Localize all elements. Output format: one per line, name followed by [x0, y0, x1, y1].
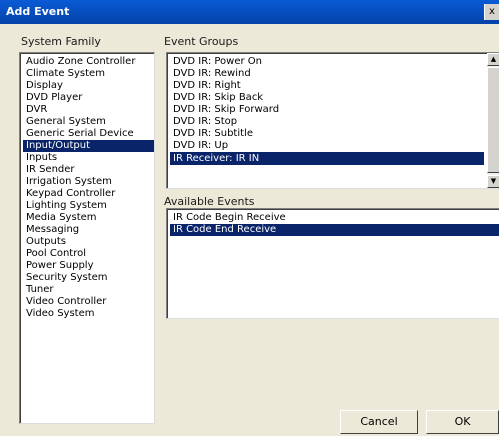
available-events-list[interactable]: IR Code Begin Receive IR Code End Receive — [166, 208, 499, 319]
available-event-item[interactable]: IR Code End Receive — [170, 224, 499, 236]
available-event-item[interactable]: IR Code Begin Receive — [170, 212, 499, 224]
system-family-item[interactable]: Inputs — [23, 152, 154, 164]
scroll-thumb[interactable] — [487, 67, 499, 173]
scroll-up-button[interactable]: ▲ — [487, 53, 499, 66]
add-event-dialog: Add Event x System Family Audio Zone Con… — [0, 0, 499, 436]
system-family-item[interactable]: IR Sender — [23, 164, 154, 176]
system-family-label: System Family — [21, 35, 101, 48]
system-family-items: Audio Zone Controller Climate System Displ… — [23, 56, 154, 320]
system-family-item[interactable]: Video Controller — [23, 296, 154, 308]
system-family-item[interactable]: Display — [23, 80, 154, 92]
event-group-item[interactable]: DVD IR: Right — [170, 80, 484, 92]
cancel-button[interactable]: Cancel — [340, 410, 418, 434]
system-family-item[interactable]: Outputs — [23, 236, 154, 248]
system-family-item[interactable]: Media System — [23, 212, 154, 224]
system-family-item[interactable]: Lighting System — [23, 200, 154, 212]
available-events-label: Available Events — [164, 195, 255, 208]
close-button[interactable]: x — [484, 4, 499, 20]
event-group-item[interactable]: DVD IR: Power On — [170, 56, 484, 68]
event-groups-label: Event Groups — [164, 35, 239, 48]
event-group-item[interactable]: DVD IR: Subtitle — [170, 128, 484, 140]
system-family-item[interactable]: Pool Control — [23, 248, 154, 260]
event-group-item[interactable]: DVD IR: Stop — [170, 116, 484, 128]
system-family-item[interactable]: Climate System — [23, 68, 154, 80]
system-family-item[interactable]: Video System — [23, 308, 154, 320]
event-group-item[interactable]: DVD IR: Skip Forward — [170, 104, 484, 116]
system-family-item[interactable]: Input/Output — [23, 140, 154, 152]
scroll-down-button[interactable]: ▼ — [487, 175, 499, 188]
chevron-up-icon: ▲ — [490, 55, 497, 63]
event-groups-list[interactable]: DVD IR: Power On DVD IR: Rewind DVD IR: Ri… — [166, 52, 499, 189]
system-family-item[interactable]: Tuner — [23, 284, 154, 296]
system-family-item[interactable]: Irrigation System — [23, 176, 154, 188]
system-family-item[interactable]: General System — [23, 116, 154, 128]
window-title: Add Event — [6, 5, 70, 18]
system-family-item[interactable]: Security System — [23, 272, 154, 284]
system-family-item[interactable]: DVR — [23, 104, 154, 116]
system-family-item[interactable]: Power Supply — [23, 260, 154, 272]
ok-button[interactable]: OK — [426, 410, 499, 434]
system-family-item[interactable]: Generic Serial Device — [23, 128, 154, 140]
system-family-item[interactable]: DVD Player — [23, 92, 154, 104]
event-group-item[interactable]: IR Receiver: IR IN — [170, 152, 484, 165]
event-group-item[interactable]: DVD IR: Skip Back — [170, 92, 484, 104]
system-family-item[interactable]: Keypad Controller — [23, 188, 154, 200]
event-group-item[interactable]: DVD IR: Rewind — [170, 68, 484, 80]
system-family-item[interactable]: Messaging — [23, 224, 154, 236]
system-family-list[interactable]: Audio Zone Controller Climate System Displ… — [19, 52, 155, 424]
system-family-item[interactable]: Audio Zone Controller — [23, 56, 154, 68]
available-events-items: IR Code Begin Receive IR Code End Receive — [170, 212, 499, 236]
event-groups-items: DVD IR: Power On DVD IR: Rewind DVD IR: Ri… — [170, 56, 484, 165]
chevron-down-icon: ▼ — [490, 177, 497, 185]
event-group-item[interactable]: DVD IR: Up — [170, 140, 484, 152]
event-groups-scrollbar[interactable]: ▲ ▼ — [487, 53, 499, 188]
title-bar[interactable]: Add Event x — [0, 0, 499, 24]
